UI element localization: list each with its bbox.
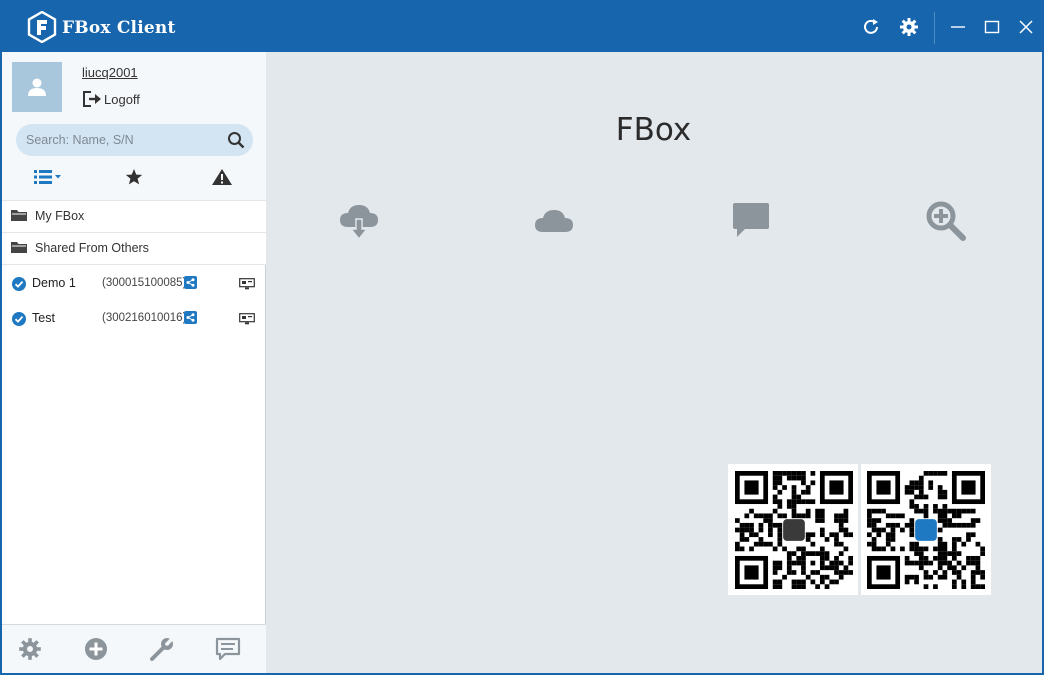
fbox-logo-icon xyxy=(26,10,58,44)
filter-toolbar xyxy=(2,164,266,190)
device-serial: (300015100085) xyxy=(102,277,187,289)
add-icon[interactable] xyxy=(82,635,110,663)
star-icon[interactable] xyxy=(123,166,145,188)
logoff-label: Logoff xyxy=(104,91,140,107)
minimize-icon[interactable] xyxy=(946,15,970,39)
user-panel: liucq2001 Logoff xyxy=(2,52,266,200)
settings-icon[interactable] xyxy=(16,635,44,663)
settings-icon[interactable] xyxy=(897,15,921,39)
folder-label: My FBox xyxy=(35,209,85,223)
title-bar[interactable]: FBox Client xyxy=(2,2,1042,52)
folder-icon xyxy=(11,209,27,225)
qr-code-wechat xyxy=(867,471,985,589)
search-input[interactable] xyxy=(26,124,216,156)
cloud-download-icon[interactable] xyxy=(335,197,383,245)
share-icon[interactable] xyxy=(184,276,197,289)
device-row-test[interactable]: Test (300216010016) xyxy=(2,300,266,336)
qr-code-app xyxy=(735,471,853,589)
app-title: FBox Client xyxy=(62,18,176,38)
online-check-icon xyxy=(12,277,26,291)
logoff-icon xyxy=(83,91,101,107)
logoff-button[interactable]: Logoff xyxy=(82,89,140,109)
device-name: Test xyxy=(32,311,55,325)
refresh-icon[interactable] xyxy=(859,15,883,39)
share-icon[interactable] xyxy=(184,311,197,324)
app-window: FBox Client liucq2001 Logoff Search: Nam… xyxy=(0,0,1044,675)
username-link[interactable]: liucq2001 xyxy=(82,65,138,80)
main-panel: FBox xyxy=(267,52,1042,673)
avatar xyxy=(12,62,62,112)
device-row-demo-1[interactable]: Demo 1 (300015100085) xyxy=(2,264,266,300)
chat-icon[interactable] xyxy=(727,197,775,245)
wrench-icon[interactable] xyxy=(148,635,176,663)
search-icon[interactable] xyxy=(227,131,245,149)
qr-codes xyxy=(728,464,991,595)
folder-my-fbox[interactable]: My FBox xyxy=(2,200,266,232)
folder-icon xyxy=(11,241,27,257)
remote-monitor-icon[interactable] xyxy=(239,313,255,328)
search-box xyxy=(16,124,253,156)
zoom-in-icon[interactable] xyxy=(922,197,970,245)
maximize-icon[interactable] xyxy=(980,15,1004,39)
close-icon[interactable] xyxy=(1014,15,1038,39)
device-serial: (300216010016) xyxy=(102,312,187,324)
list-view-icon[interactable] xyxy=(33,166,63,188)
sidebar: liucq2001 Logoff Search: Name, S/N My FB… xyxy=(2,52,266,673)
device-name: Demo 1 xyxy=(32,276,76,290)
sidebar-footer xyxy=(2,624,266,673)
page-title: FBox xyxy=(615,112,692,148)
online-check-icon xyxy=(12,312,26,326)
message-icon[interactable] xyxy=(214,635,242,663)
remote-monitor-icon[interactable] xyxy=(239,278,255,293)
folder-label: Shared From Others xyxy=(35,241,149,255)
cloud-icon[interactable] xyxy=(530,197,578,245)
qr-divider xyxy=(858,464,861,595)
titlebar-divider xyxy=(934,12,935,44)
warning-icon[interactable] xyxy=(211,166,233,188)
folder-shared-from-others[interactable]: Shared From Others xyxy=(2,232,266,264)
